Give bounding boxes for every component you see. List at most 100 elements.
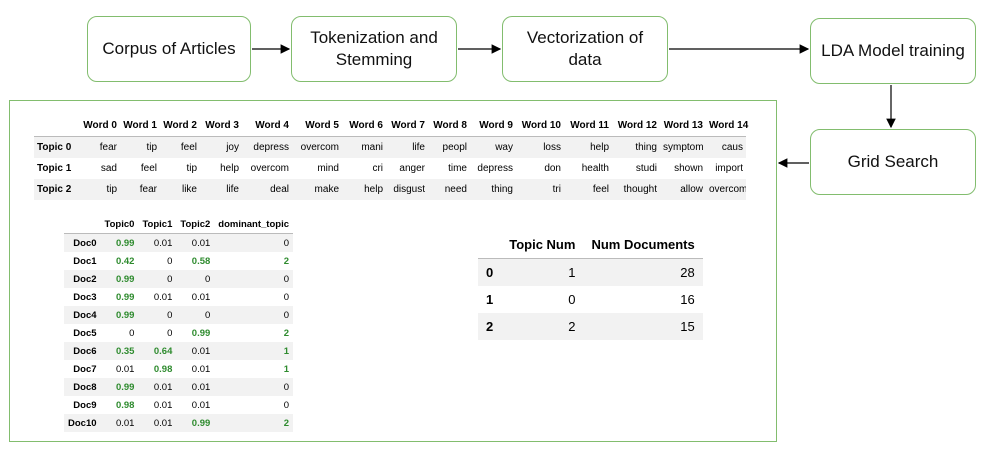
table-cell: 0.01 (153, 399, 173, 411)
topic-table-col-header: Num Documents (583, 231, 703, 259)
row-label: Topic 1 (37, 163, 72, 174)
row-label: Doc5 (73, 327, 97, 339)
doc-table-row: Doc8 0.99 0.01 0.01 0 (64, 378, 294, 396)
table-cell: tip (186, 163, 197, 174)
table-cell: 0 (167, 255, 173, 267)
table-cell: mind (317, 163, 339, 174)
doc-table-col-header: Topic2 (176, 215, 215, 234)
table-cell: 0 (204, 309, 211, 321)
table-cell: anger (399, 163, 425, 174)
doc-table-row: Doc7 0.01 0.98 0.01 1 (64, 360, 293, 378)
table-cell: 0 (283, 237, 290, 249)
table-cell: life (226, 184, 239, 195)
table-cell: need (444, 184, 467, 195)
table-cell: 0 (283, 381, 290, 393)
table-cell: feel (140, 163, 157, 174)
doc-table-col-header: Topic0 (100, 215, 139, 234)
table-cell: make (314, 184, 339, 195)
row-label: Doc1 (73, 255, 97, 267)
doc-table-header-row: Topic0 Topic1 Topic2 dominant_topic (64, 215, 294, 234)
table-cell: life (412, 142, 425, 153)
table-cell: 28 (680, 265, 695, 280)
word-table-col-header: Word 2 (160, 115, 200, 137)
word-table-col-header (34, 115, 76, 137)
row-label: Topic 0 (37, 142, 72, 153)
doc-table-row: Doc0 0.99 0.01 0.01 0 (64, 233, 294, 252)
doc-table-col-header: Topic1 (138, 215, 177, 234)
word-table-col-header: Word 10 (516, 115, 564, 137)
table-cell: 0.99 (191, 417, 211, 429)
table-cell: fear (99, 142, 117, 153)
table-cell: 0.99 (115, 273, 135, 285)
topic-count-table: Topic Num Num Documents 0 1 28 1 0 16 2 2 15 (478, 231, 703, 340)
doc-table-row: Doc10 0.01 0.01 0.99 2 (64, 414, 294, 432)
table-cell: 0 (283, 399, 290, 411)
table-cell: 0.64 (153, 345, 173, 357)
table-cell: feel (180, 142, 197, 153)
table-cell: 0 (568, 292, 576, 307)
table-cell: 0.98 (115, 399, 135, 411)
table-cell: overcom (300, 142, 339, 153)
row-label: Doc2 (73, 273, 97, 285)
topic-table-row: 1 0 16 (478, 286, 703, 313)
table-cell: studi (635, 163, 657, 174)
table-cell: 0.99 (191, 327, 211, 339)
table-cell: help (590, 142, 609, 153)
table-cell: don (544, 163, 561, 174)
table-cell: 0.58 (191, 255, 211, 267)
table-cell: help (220, 163, 239, 174)
table-cell: caus (721, 142, 743, 153)
table-cell: mani (361, 142, 383, 153)
word-table-col-header: Word 14 (706, 115, 748, 137)
table-cell: deal (270, 184, 289, 195)
table-cell: 0.42 (115, 255, 135, 267)
table-cell: 0.01 (191, 363, 211, 375)
table-cell: depress (253, 142, 289, 153)
table-cell: 0.01 (115, 417, 135, 429)
table-cell: 0.01 (115, 363, 135, 375)
table-cell: 0.01 (153, 291, 173, 303)
table-cell: tip (106, 184, 117, 195)
table-cell: disgust (393, 184, 425, 195)
table-cell: allow (680, 184, 703, 195)
word-table-col-header: Word 8 (428, 115, 470, 137)
table-cell: loss (543, 142, 561, 153)
word-table-col-header: Word 0 (76, 115, 120, 137)
word-table-col-header: Word 1 (120, 115, 160, 137)
word-table-row: Topic 0 fear tip feel joy depress overcom mani l… (34, 136, 746, 158)
topic-table-row: 0 1 28 (478, 258, 703, 286)
row-label: Doc3 (73, 291, 97, 303)
table-cell: 2 (283, 327, 290, 339)
row-label: Doc7 (73, 363, 97, 375)
table-cell: peopl (442, 142, 467, 153)
topic-table-col-header (478, 231, 502, 259)
table-cell: 0.35 (115, 345, 135, 357)
table-cell: 2 (283, 417, 290, 429)
doc-table-row: Doc1 0.42 0 0.58 2 (64, 252, 293, 270)
table-cell: thought (623, 184, 657, 195)
row-label: Doc10 (68, 417, 97, 429)
table-cell: shown (674, 163, 703, 174)
doc-table-row: Doc5 0 0 0.99 2 (64, 324, 293, 342)
doc-table-row: Doc9 0.98 0.01 0.01 0 (64, 396, 293, 414)
topic-table-body: 0 1 28 1 0 16 2 2 15 (478, 258, 703, 340)
table-cell: symptom (663, 142, 704, 153)
row-label: 1 (486, 292, 494, 307)
doc-table-row: Doc4 0.99 0 0 0 (64, 306, 294, 324)
table-cell: sad (100, 163, 117, 174)
word-table-col-header: Word 11 (564, 115, 612, 137)
table-cell: 2 (283, 255, 290, 267)
table-cell: 0 (283, 309, 290, 321)
table-cell: overcom (709, 184, 746, 195)
doc-table-body: Doc0 0.99 0.01 0.01 0 Doc1 0.42 0 0.58 2 Doc2 0.99 0… (64, 233, 294, 432)
word-table-col-header: Word 4 (242, 115, 292, 137)
table-cell: overcom (250, 163, 289, 174)
word-table-row: Topic 1 sad feel tip help overcom mind cri anger… (34, 158, 746, 179)
word-table-col-header: Word 6 (342, 115, 386, 137)
word-table-header-row: Word 0 Word 1 Word 2 Word 3 Word 4 Word 5 Word… (34, 115, 748, 137)
table-cell: health (581, 163, 609, 174)
table-cell: 16 (680, 292, 695, 307)
table-cell: 0.01 (191, 237, 211, 249)
doc-table-row: Doc3 0.99 0.01 0.01 0 (64, 288, 293, 306)
table-cell: 0.01 (191, 381, 211, 393)
